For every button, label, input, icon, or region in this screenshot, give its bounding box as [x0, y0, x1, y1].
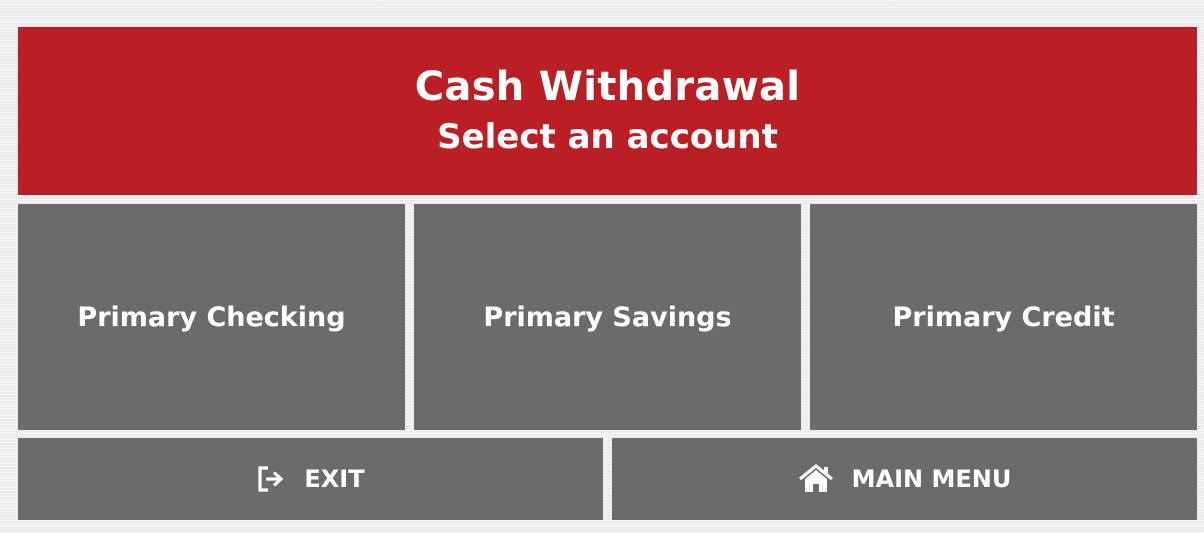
main-menu-label: MAIN MENU — [851, 465, 1012, 493]
sign-out-icon — [256, 465, 286, 493]
page-subtitle: Select an account — [437, 117, 778, 157]
home-icon — [798, 464, 834, 494]
account-button-primary-credit[interactable]: Primary Credit — [810, 204, 1197, 430]
account-label: Primary Checking — [77, 301, 346, 333]
account-button-primary-savings[interactable]: Primary Savings — [414, 204, 801, 430]
page-title: Cash Withdrawal — [414, 64, 801, 110]
exit-label: EXIT — [304, 465, 365, 493]
screen-header: Cash Withdrawal Select an account — [18, 27, 1197, 195]
account-label: Primary Savings — [483, 301, 732, 333]
account-label: Primary Credit — [892, 301, 1115, 333]
atm-screen: Cash Withdrawal Select an account Primar… — [0, 0, 1204, 533]
exit-button[interactable]: EXIT — [18, 438, 603, 520]
account-button-primary-checking[interactable]: Primary Checking — [18, 204, 405, 430]
main-menu-button[interactable]: MAIN MENU — [612, 438, 1197, 520]
